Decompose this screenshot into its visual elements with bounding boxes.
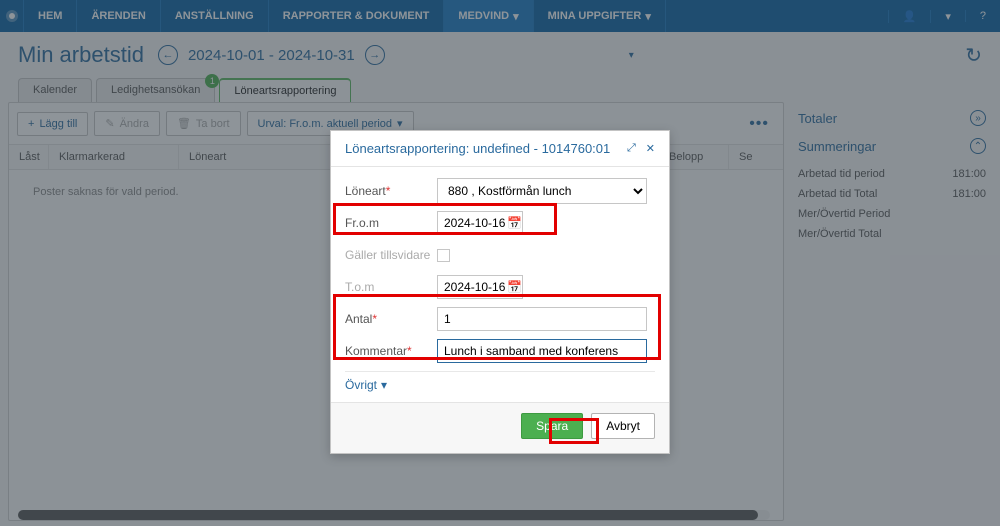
label-from: Fr.o.m [345,216,379,230]
modal-loneart: Löneartsrapportering: undefined - 101476… [330,130,670,454]
antal-input[interactable] [437,307,647,331]
label-loneart: Löneart [345,184,386,198]
calendar-icon[interactable]: 📅 [507,280,522,294]
calendar-icon[interactable]: 📅 [507,216,522,230]
loneart-select[interactable]: 880 , Kostförmån lunch [437,178,647,204]
expand-icon[interactable]: ⤢ [627,142,636,155]
tillsvidare-checkbox[interactable] [437,249,450,262]
label-tom: T.o.m [345,280,374,294]
kommentar-input[interactable] [437,339,647,363]
save-button[interactable]: Spara [521,413,583,439]
label-tillsvidare: Gäller tillsvidare [345,248,430,262]
label-antal: Antal [345,312,372,326]
modal-title: Löneartsrapportering: undefined - 101476… [345,141,610,156]
chevron-down-icon: ▾ [381,378,387,392]
cancel-button[interactable]: Avbryt [591,413,655,439]
ovrigt-toggle[interactable]: Övrigt▾ [345,371,655,398]
label-kommentar: Kommentar [345,344,407,358]
close-icon[interactable]: ✕ [646,142,655,155]
